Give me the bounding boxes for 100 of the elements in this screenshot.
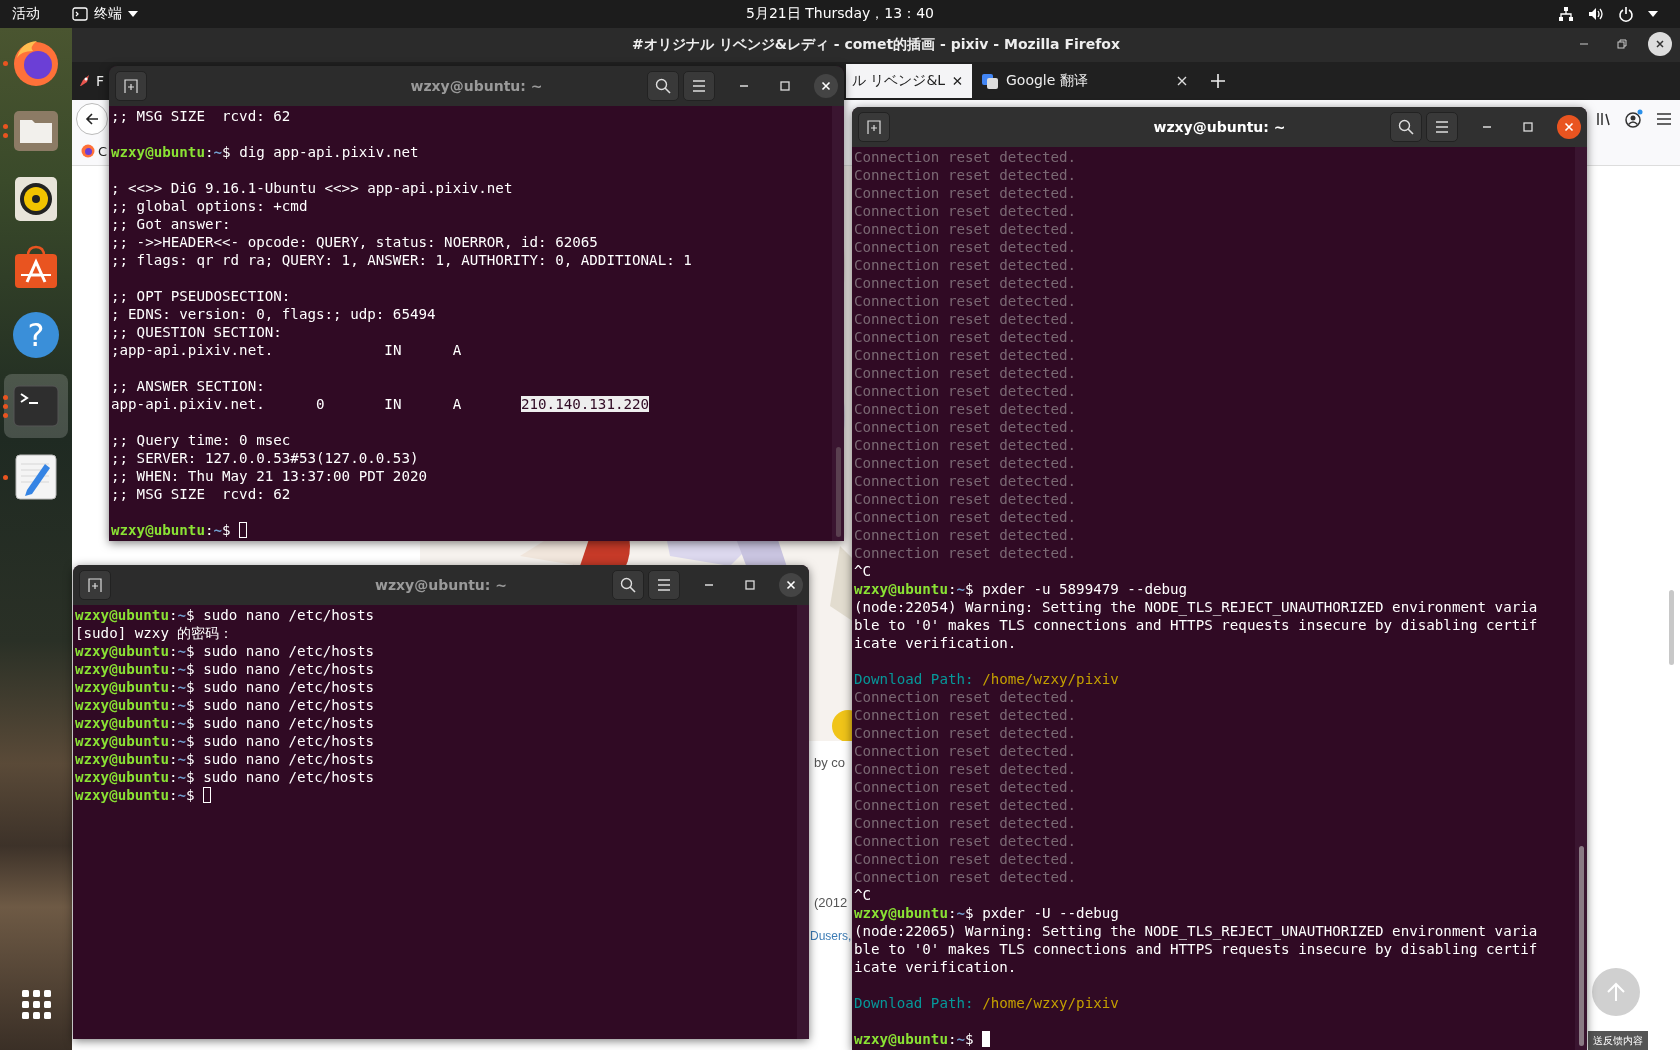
output-line: Connection reset detected. xyxy=(854,292,1077,310)
volume-icon[interactable] xyxy=(1588,6,1604,22)
search-icon xyxy=(655,78,671,94)
new-tab-button[interactable] xyxy=(115,71,147,101)
menu-button[interactable] xyxy=(683,71,715,101)
minimize-icon xyxy=(739,85,749,87)
scrollbar-thumb[interactable] xyxy=(1578,846,1584,1046)
network-icon[interactable] xyxy=(1558,6,1574,22)
minimize-icon xyxy=(1482,126,1492,128)
close-icon[interactable] xyxy=(953,76,962,86)
search-icon xyxy=(1398,119,1414,135)
terminal-icon xyxy=(13,385,59,427)
caret-icon[interactable] xyxy=(1648,11,1658,17)
output-line: Connection reset detected. xyxy=(854,832,1077,850)
output-line: ;; ->>HEADER<<- opcode: QUERY, status: NOERROR, id: 62065 xyxy=(111,233,598,251)
output-line: ;app-api.pixiv.net. IN A xyxy=(111,341,462,359)
new-tab-button[interactable] xyxy=(858,112,890,142)
prompt-line: wzxy@ubuntu:~$ xyxy=(111,521,232,539)
prompt-line: wzxy@ubuntu:~$ pxder -U --debug xyxy=(854,904,1119,922)
browser-tab[interactable]: Google 翻译 xyxy=(972,64,1197,98)
folder-icon xyxy=(13,108,59,154)
output-line: ;; Got answer: xyxy=(111,215,231,233)
output-line: (node:22054) Warning: Setting the NODE_TLS_REJECT_UNAUTHORIZED environment varia xyxy=(854,598,1538,616)
app-menu[interactable]: 终端 xyxy=(72,5,138,23)
output-line: ;; SERVER: 127.0.0.53#53(127.0.0.53) xyxy=(111,449,419,467)
power-icon[interactable] xyxy=(1618,6,1634,22)
close-button[interactable] xyxy=(814,74,838,98)
output-line: ;; MSG SIZE rcvd: 62 xyxy=(111,485,291,503)
output-line: ;; MSG SIZE rcvd: 62 xyxy=(111,107,291,125)
search-button[interactable] xyxy=(612,570,644,600)
output-line: Connection reset detected. xyxy=(854,796,1077,814)
library-icon[interactable] xyxy=(1596,110,1612,127)
scrollbar-track[interactable] xyxy=(832,106,844,541)
output-line: Connection reset detected. xyxy=(854,868,1077,886)
browser-tab[interactable]: ル リベンジ&L xyxy=(846,64,972,98)
back-button[interactable] xyxy=(76,102,108,135)
scrollbar-thumb[interactable] xyxy=(1669,590,1674,665)
new-tab-icon[interactable] xyxy=(1211,74,1225,88)
close-button[interactable] xyxy=(779,573,803,597)
browser-tab[interactable]: F xyxy=(72,64,108,98)
output-line: Connection reset detected. xyxy=(854,454,1077,472)
clock[interactable]: 5月21日 Thursday，13：40 xyxy=(746,5,934,23)
output-line: Download Path: /home/wzxy/pixiv xyxy=(854,994,1119,1012)
output-line: Connection reset detected. xyxy=(854,760,1077,778)
output-line: Connection reset detected. xyxy=(854,256,1077,274)
menu-button[interactable] xyxy=(648,570,680,600)
output-line: Connection reset detected. xyxy=(854,364,1077,382)
close-button[interactable] xyxy=(1557,115,1581,139)
app-grid-icon xyxy=(21,989,51,1019)
feedback-badge[interactable]: 送反馈内容 xyxy=(1588,1031,1648,1050)
new-tab-icon xyxy=(866,119,882,135)
search-button[interactable] xyxy=(1390,112,1422,142)
account-icon[interactable] xyxy=(1624,108,1644,129)
output-line: Connection reset detected. xyxy=(854,706,1077,724)
output-line: Connection reset detected. xyxy=(854,328,1077,346)
close-icon xyxy=(1655,39,1665,49)
caret-icon xyxy=(128,11,138,17)
tab-label: F xyxy=(96,73,106,89)
new-tab-button[interactable] xyxy=(79,570,111,600)
scrollbar-thumb[interactable] xyxy=(835,447,841,537)
output-line: ^C xyxy=(854,886,872,904)
up-arrow-icon xyxy=(1605,981,1627,1003)
maximize-icon xyxy=(1523,122,1533,132)
new-tab-icon xyxy=(87,577,103,593)
output-line: Connection reset detected. xyxy=(854,166,1077,184)
output-line: (node:22065) Warning: Setting the NODE_TLS_REJECT_UNAUTHORIZED environment varia xyxy=(854,922,1538,940)
scrollbar-track[interactable] xyxy=(797,605,809,1039)
close-icon xyxy=(786,580,796,590)
prompt-line: wzxy@ubuntu:~$ sudo nano /etc/hosts xyxy=(75,750,374,768)
output-line: Connection reset detected. xyxy=(854,778,1077,796)
output-line: ;; WHEN: Thu May 21 13:37:00 PDT 2020 xyxy=(111,467,428,485)
menu-button[interactable] xyxy=(1426,112,1458,142)
terminal-icon xyxy=(72,7,88,21)
bookmark-link[interactable]: C xyxy=(98,143,108,159)
search-button[interactable] xyxy=(647,71,679,101)
output-line: Connection reset detected. xyxy=(854,184,1077,202)
close-button[interactable] xyxy=(1648,32,1672,56)
activities-button[interactable]: 活动 xyxy=(12,5,40,23)
menu-icon xyxy=(657,579,671,591)
output-line: ;; OPT PSEUDOSECTION: xyxy=(111,287,291,305)
output-line: Connection reset detected. xyxy=(854,508,1077,526)
help-icon: ? xyxy=(13,312,59,358)
prompt-line: wzxy@ubuntu:~$ sudo nano /etc/hosts xyxy=(75,732,374,750)
shopping-bag-icon xyxy=(13,244,59,290)
output-line: ;; ANSWER SECTION: xyxy=(111,377,265,395)
close-icon xyxy=(821,81,831,91)
output-line: Connection reset detected. xyxy=(854,274,1077,292)
output-line: Connection reset detected. xyxy=(854,220,1077,238)
output-line: ;; flags: qr rd ra; QUERY: 1, ANSWER: 1, AUTHORITY: 0, ADDITIONAL: 1 xyxy=(111,251,692,269)
output-line: Download Path: /home/wzxy/pixiv xyxy=(854,670,1119,688)
output-line: Connection reset detected. xyxy=(854,472,1077,490)
menu-icon[interactable] xyxy=(1656,111,1672,126)
output-line: ;; Query time: 0 msec xyxy=(111,431,291,449)
output-line: Connection reset detected. xyxy=(854,148,1077,166)
tab-label: Google 翻译 xyxy=(1006,72,1089,90)
rocket-icon xyxy=(78,74,92,88)
page-link[interactable]: Dusers, xyxy=(810,929,852,943)
prompt-line: wzxy@ubuntu:~$ sudo nano /etc/hosts xyxy=(75,660,374,678)
prompt-line: wzxy@ubuntu:~$ sudo nano /etc/hosts xyxy=(75,714,374,732)
scrollbar-track[interactable] xyxy=(1575,147,1587,1050)
